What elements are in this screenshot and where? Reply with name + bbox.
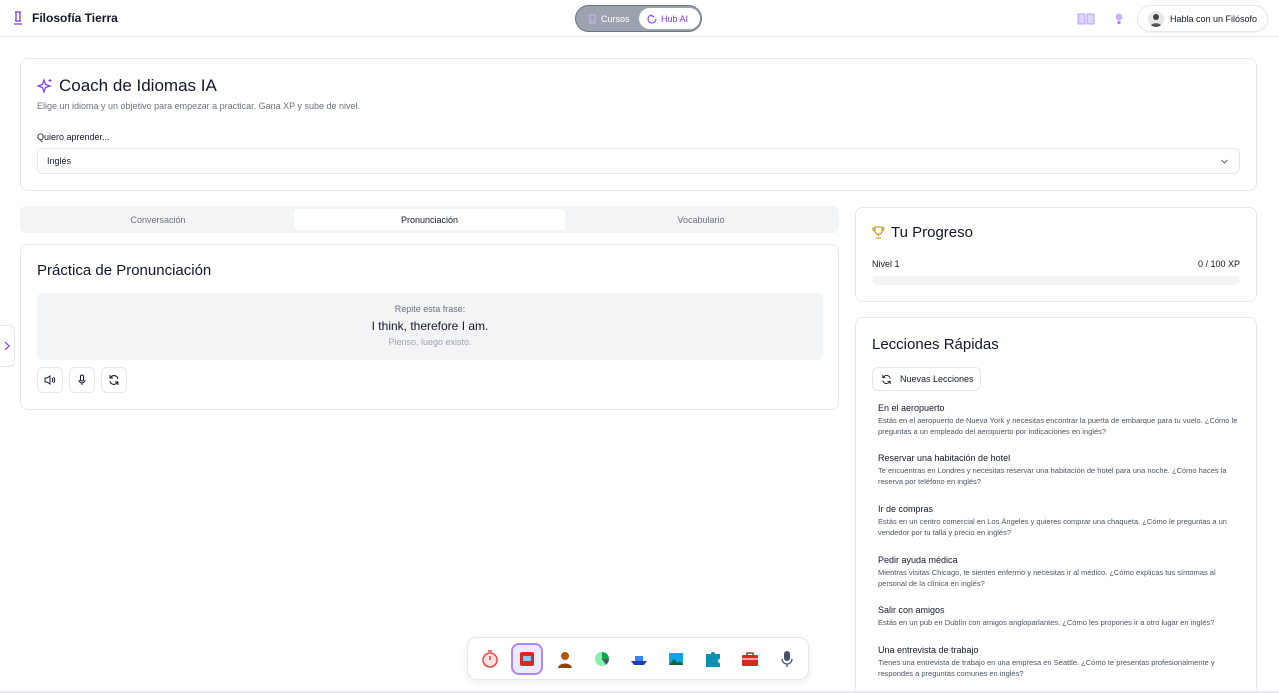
new-phrase-button[interactable] <box>101 367 127 393</box>
phrase-text: I think, therefore I am. <box>371 319 489 333</box>
microphone-icon[interactable] <box>771 643 803 675</box>
phrase-prompt: Repite esta frase: <box>394 304 466 314</box>
landscape-icon[interactable] <box>660 643 692 675</box>
pronunciation-practice-card: Práctica de Pronunciación Repite esta fr… <box>20 244 839 410</box>
stopwatch-icon[interactable] <box>474 643 506 675</box>
lesson-description: Mientras visitas Chicago, te sientes enf… <box>878 568 1216 588</box>
chevron-down-icon <box>1221 159 1228 164</box>
speaker-icon <box>44 375 56 385</box>
language-select[interactable]: Inglés <box>37 148 1240 174</box>
sparkle-brain-icon <box>647 13 657 24</box>
xp-label: 0 / 100 XP <box>1197 259 1240 269</box>
record-button[interactable] <box>69 367 95 393</box>
progress-title: Tu Progreso <box>872 224 973 241</box>
chevron-right-icon <box>4 341 10 351</box>
toggle-hub-ai[interactable]: Hub AI <box>639 8 700 29</box>
brand-name: Filosofía Tierra <box>32 11 118 25</box>
trophy-icon <box>872 226 885 239</box>
lesson-item[interactable]: Reservar una habitación de hotel Te encu… <box>878 453 1240 487</box>
lesson-item[interactable]: Ir de compras Estás en un centro comerci… <box>878 504 1240 538</box>
new-lessons-label: Nuevas Lecciones <box>900 374 974 384</box>
language-select-label: Quiero aprender... <box>37 132 110 142</box>
lesson-description: Tienes una entrevista de trabajo en una … <box>878 658 1215 678</box>
toggle-cursos[interactable]: Cursos <box>580 8 638 29</box>
xp-progress-bar <box>872 276 1240 285</box>
top-bar: Filosofía Tierra Cursos Hub AI Habla con… <box>0 0 1279 37</box>
phrase-box: Repite esta frase: I think, therefore I … <box>37 293 823 360</box>
lesson-description: Estás en el aeropuerto de Nueva York y n… <box>878 416 1238 436</box>
lesson-description: Estás en un pub en Dublín con amigos ang… <box>878 618 1215 627</box>
practice-title: Práctica de Pronunciación <box>37 262 212 279</box>
puzzle-icon[interactable] <box>697 643 729 675</box>
lesson-item[interactable]: En el aeropuerto Estás en el aeropuerto … <box>878 403 1240 437</box>
lesson-item[interactable]: Una entrevista de trabajo Tienes una ent… <box>878 645 1240 679</box>
tab-vocabulario[interactable]: Vocabulario <box>566 209 836 230</box>
briefcase-icon[interactable] <box>734 643 766 675</box>
level-label: Nivel 1 <box>872 259 900 269</box>
language-select-value: Inglés <box>47 156 72 166</box>
microphone-icon <box>78 374 86 385</box>
mode-toggle[interactable]: Cursos Hub AI <box>575 5 702 32</box>
new-lessons-button[interactable]: Nuevas Lecciones <box>872 367 981 391</box>
brand[interactable]: Filosofía Tierra <box>12 10 118 26</box>
language-coach-card: Coach de Idiomas IA Elige un idioma y un… <box>20 58 1257 191</box>
coach-title: Coach de Idiomas IA <box>37 76 217 96</box>
lesson-title: Reservar una habitación de hotel <box>878 453 1011 463</box>
lesson-title: Pedir ayuda médica <box>878 555 958 565</box>
philosopher-logo-icon <box>12 10 24 26</box>
lesson-description: Estás en un centro comercial en Los Ánge… <box>878 517 1227 537</box>
lightbulb-icon[interactable] <box>1110 10 1128 28</box>
lesson-title: Una entrevista de trabajo <box>878 645 979 655</box>
tab-conversacion[interactable]: Conversación <box>23 209 293 230</box>
lesson-description: Te encuentras en Londres y necesitas res… <box>878 466 1227 486</box>
philosopher-avatar <box>1148 10 1164 27</box>
refresh-icon <box>109 375 119 385</box>
play-audio-button[interactable] <box>37 367 63 393</box>
talk-button-label: Habla con un Filósofo <box>1170 13 1258 24</box>
ship-icon[interactable] <box>623 643 655 675</box>
book-icon[interactable] <box>1077 10 1095 28</box>
tab-pronunciacion[interactable]: Pronunciación <box>294 209 565 230</box>
lesson-title: Salir con amigos <box>878 605 945 615</box>
progress-card: Tu Progreso Nivel 1 0 / 100 XP <box>855 207 1257 302</box>
philosopher-icon <box>589 14 596 23</box>
progress-title-text: Tu Progreso <box>891 224 973 241</box>
refresh-icon <box>882 374 891 384</box>
phrase-translation: Pienso, luego existo. <box>388 337 472 347</box>
philosopher-icon[interactable] <box>549 643 581 675</box>
lesson-item[interactable]: Pedir ayuda médica Mientras visitas Chic… <box>878 555 1240 589</box>
talk-to-philosopher-button[interactable]: Habla con un Filósofo <box>1137 5 1268 32</box>
coach-title-text: Coach de Idiomas IA <box>59 76 217 95</box>
lesson-title: En el aeropuerto <box>878 403 945 413</box>
toggle-hub-label: Hub AI <box>661 13 689 24</box>
practice-tabs: Conversación Pronunciación Vocabulario <box>20 206 839 233</box>
quick-lessons-card: Lecciones Rápidas Nuevas Lecciones En el… <box>855 317 1257 693</box>
lesson-item[interactable]: Salir con amigos Estás en un pub en Dubl… <box>878 605 1240 629</box>
toggle-cursos-label: Cursos <box>601 13 630 24</box>
sidebar-expand-button[interactable] <box>0 325 15 367</box>
lessons-title: Lecciones Rápidas <box>872 336 999 353</box>
app-dock <box>467 637 809 680</box>
pie-chart-icon[interactable] <box>586 643 618 675</box>
translate-app-icon[interactable] <box>511 643 543 675</box>
coach-subtitle: Elige un idioma y un objetivo para empez… <box>37 101 361 111</box>
sparkles-icon <box>37 78 52 94</box>
lesson-title: Ir de compras <box>878 504 934 514</box>
